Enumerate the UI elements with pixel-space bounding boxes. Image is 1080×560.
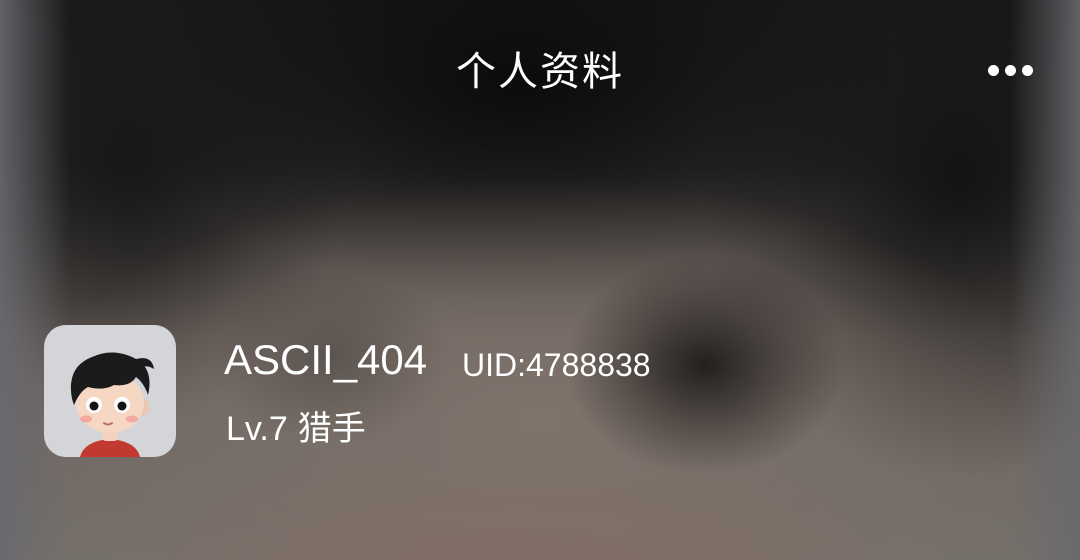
profile-screen: 个人资料 ASCII_404 UID:4788838 Lv.7 猎手 [0, 0, 1080, 560]
cartoon-boy-avatar-icon [70, 352, 154, 457]
username: ASCII_404 [224, 336, 428, 383]
more-dot-icon [1004, 64, 1016, 76]
more-dot-icon [987, 64, 999, 76]
more-options-button[interactable] [980, 52, 1040, 88]
rank-label: 猎手 [297, 410, 366, 448]
page-title: 个人资料 [456, 49, 624, 95]
user-id: UID:4788838 [462, 347, 651, 383]
avatar[interactable] [44, 325, 176, 457]
more-dot-icon [1021, 64, 1033, 76]
level-row: Lv.7 猎手 [226, 404, 376, 454]
level-label: Lv.7 [226, 410, 288, 448]
